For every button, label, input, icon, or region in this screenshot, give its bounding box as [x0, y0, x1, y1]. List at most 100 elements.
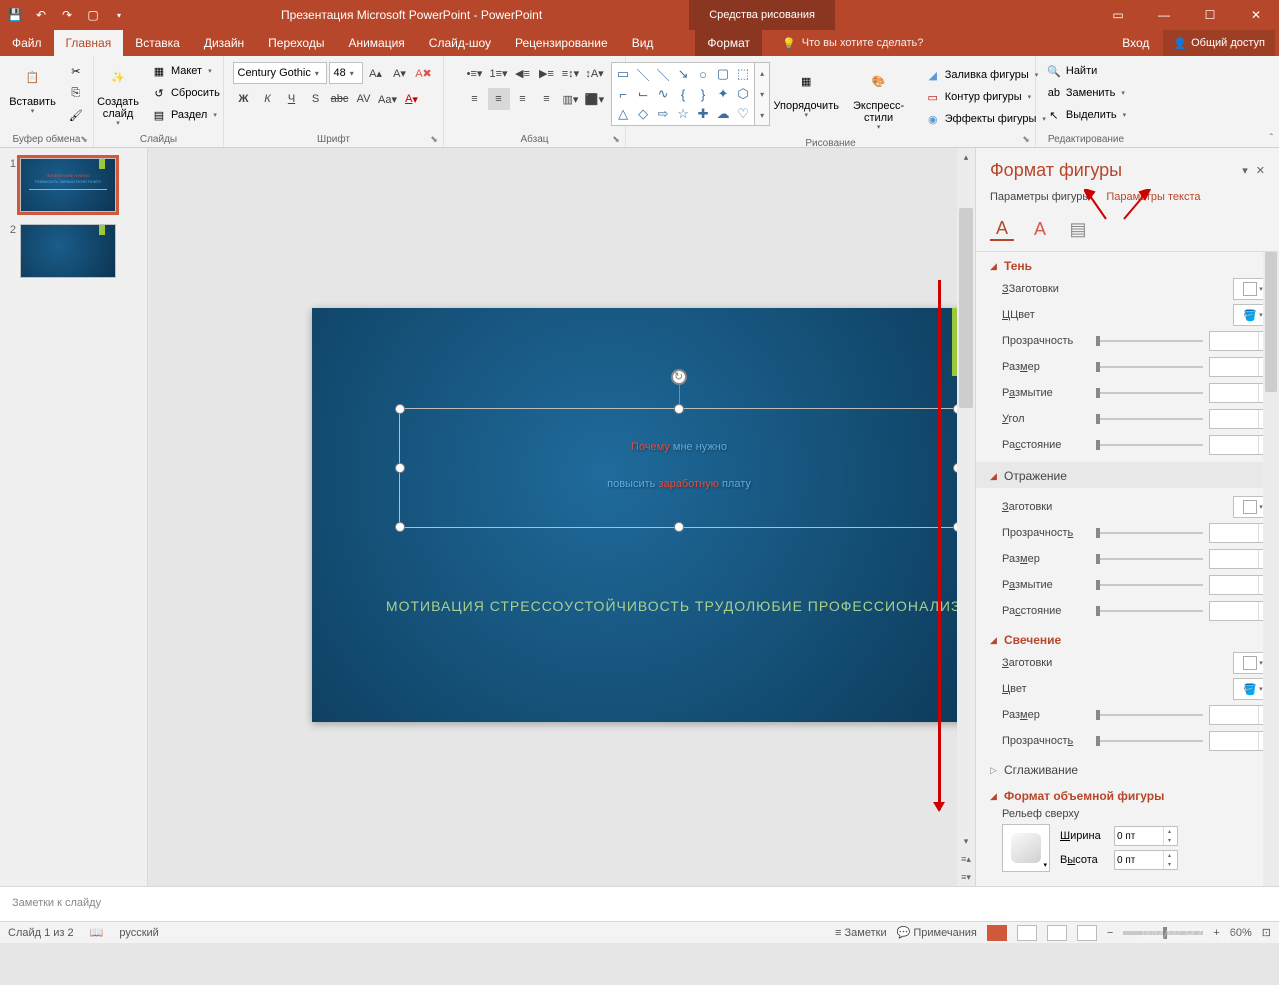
next-slide-icon[interactable]: ≡▾ — [957, 868, 975, 886]
scroll-up-icon[interactable]: ▴ — [957, 148, 975, 166]
shadow-size-slider[interactable] — [1096, 365, 1203, 369]
replace-button[interactable]: abЗаменить▾ — [1042, 82, 1130, 104]
text-effects-icon[interactable]: A — [1028, 217, 1052, 241]
font-color-button[interactable]: A▾ — [401, 88, 423, 110]
arrange-button[interactable]: ▦ Упорядочить ▾ — [776, 62, 836, 124]
refl-blur-slider[interactable] — [1096, 583, 1203, 587]
slide-thumbnail-1[interactable]: ПОЧЕМУ МНЕ НУЖНОПОВЫСИТЬ ЗАРАБОТНУЮ ПЛАТ… — [20, 158, 116, 212]
paste-button[interactable]: 📋 Вставить ▾ — [5, 58, 60, 120]
shapes-gallery[interactable]: ▭＼＼↘○▢⬚ ⌐⌙∿{}✦⬡ △◇⇨☆✚☁♡ — [611, 62, 755, 126]
shape-heart-icon[interactable]: ♡ — [734, 105, 752, 123]
title-textbox-selected[interactable]: Почему мне нужно повысить заработную пла… — [399, 408, 959, 528]
handle-top-mid[interactable] — [674, 404, 684, 414]
notes-toggle[interactable]: ≡ Заметки — [835, 927, 887, 939]
refl-size-slider[interactable] — [1096, 557, 1203, 561]
section-button[interactable]: ▤Раздел▾ — [147, 104, 224, 126]
ribbon-options-icon[interactable]: ▭ — [1095, 0, 1141, 30]
shadow-button[interactable]: S — [305, 88, 327, 110]
section-shadow-header[interactable]: ◢Тень — [990, 256, 1273, 276]
layout-button[interactable]: ▦Макет▾ — [147, 60, 224, 82]
line-spacing-button[interactable]: ≡↕▾ — [560, 62, 582, 84]
font-dialog-launcher[interactable]: ⬊ — [429, 134, 439, 144]
strikethrough-button[interactable]: abc — [329, 88, 351, 110]
glow-transparency-slider[interactable] — [1096, 739, 1203, 743]
handle-bot-mid[interactable] — [674, 522, 684, 532]
shape-effects-button[interactable]: ◉Эффекты фигуры▾ — [921, 108, 1050, 130]
shape-textbox-icon[interactable]: ⬚ — [734, 65, 752, 83]
slide-canvas[interactable]: Почему мне нужно повысить заработную пла… — [148, 148, 975, 886]
shape-hexagon-icon[interactable]: ⬡ — [734, 85, 752, 103]
shape-callout-icon[interactable]: ☆ — [674, 105, 692, 123]
shape-plus-icon[interactable]: ✚ — [694, 105, 712, 123]
sign-in-link[interactable]: Вход — [1112, 30, 1159, 56]
italic-button[interactable]: К — [257, 88, 279, 110]
tab-view[interactable]: Вид — [620, 30, 666, 56]
section-softedges-header[interactable]: ▷Сглаживание — [990, 760, 1273, 780]
tab-transitions[interactable]: Переходы — [256, 30, 336, 56]
align-center-button[interactable]: ≡ — [488, 88, 510, 110]
shape-cloud-icon[interactable]: ☁ — [714, 105, 732, 123]
share-button[interactable]: 👤 Общий доступ — [1163, 30, 1275, 56]
shadow-blur-slider[interactable] — [1096, 391, 1203, 395]
pane-tab-shape-options[interactable]: Параметры фигуры — [990, 189, 1090, 205]
drawing-dialog-launcher[interactable]: ⬊ — [1021, 134, 1031, 144]
tab-insert[interactable]: Вставка — [123, 30, 192, 56]
tab-format[interactable]: Формат — [695, 30, 762, 56]
refl-transparency-slider[interactable] — [1096, 531, 1203, 535]
language-indicator[interactable]: русский — [119, 927, 158, 939]
shadow-transparency-slider[interactable] — [1096, 339, 1203, 343]
section-reflection-header[interactable]: ◢Отражение — [990, 466, 1273, 486]
tab-slideshow[interactable]: Слайд-шоу — [417, 30, 503, 56]
prev-slide-icon[interactable]: ≡▴ — [957, 850, 975, 868]
shape-tri-icon[interactable]: △ — [614, 105, 632, 123]
slide-indicator[interactable]: Слайд 1 из 2 — [8, 927, 74, 939]
shape-arrow-icon[interactable]: ↘ — [674, 65, 692, 83]
handle-mid-left[interactable] — [395, 463, 405, 473]
bevel-preview-dropdown[interactable]: ▾ — [1002, 824, 1050, 872]
shapes-more-icon[interactable]: ▾ — [755, 105, 769, 125]
handle-top-left[interactable] — [395, 404, 405, 414]
collapse-ribbon-icon[interactable]: ˆ — [1270, 133, 1273, 144]
quick-styles-button[interactable]: 🎨 Экспресс-стили ▾ — [842, 62, 914, 136]
char-spacing-button[interactable]: AV — [353, 88, 375, 110]
comments-toggle[interactable]: 💬 Примечания — [897, 926, 977, 939]
shape-star-icon[interactable]: ✦ — [714, 85, 732, 103]
close-icon[interactable]: ✕ — [1233, 0, 1279, 30]
canvas-vertical-scrollbar[interactable]: ▴ ▾ ≡▴ ≡▾ — [957, 148, 975, 886]
shape-rrect-icon[interactable]: ▢ — [714, 65, 732, 83]
shadow-distance-slider[interactable] — [1096, 443, 1203, 447]
format-painter-button[interactable]: 🖌 — [64, 104, 88, 126]
copy-button[interactable]: ⎘ — [64, 82, 88, 104]
shape-arrow2-icon[interactable]: ⇨ — [654, 105, 672, 123]
shape-rect-icon[interactable]: ▭ — [614, 65, 632, 83]
scroll-down-icon[interactable]: ▾ — [957, 832, 975, 850]
select-button[interactable]: ↖Выделить▾ — [1042, 104, 1130, 126]
bevel-width-spin[interactable]: 0 пт▴▾ — [1114, 826, 1178, 846]
bold-button[interactable]: Ж — [233, 88, 255, 110]
align-left-button[interactable]: ≡ — [464, 88, 486, 110]
new-slide-button[interactable]: ✨ Создать слайд ▾ — [93, 58, 143, 132]
increase-font-icon[interactable]: A▴ — [365, 62, 387, 84]
tab-design[interactable]: Дизайн — [192, 30, 256, 56]
section-3dformat-header[interactable]: ◢Формат объемной фигуры — [990, 786, 1273, 806]
tab-animations[interactable]: Анимация — [336, 30, 416, 56]
clipboard-dialog-launcher[interactable]: ⬊ — [79, 134, 89, 144]
tell-me-search[interactable]: 💡 Что вы хотите сделать? — [782, 37, 923, 50]
handle-bot-left[interactable] — [395, 522, 405, 532]
font-name-combo[interactable]: Century Gothic▾ — [233, 62, 327, 84]
pane-vertical-scrollbar[interactable] — [1263, 252, 1279, 886]
qat-dropdown-icon[interactable]: ▾ — [110, 6, 128, 24]
shape-brace1-icon[interactable]: { — [674, 85, 692, 103]
textbox-icon[interactable]: ▤ — [1066, 217, 1090, 241]
shape-curve-icon[interactable]: ∿ — [654, 85, 672, 103]
justify-button[interactable]: ≡ — [536, 88, 558, 110]
text-fill-outline-icon[interactable]: A — [990, 217, 1014, 241]
shape-brace2-icon[interactable]: } — [694, 85, 712, 103]
bullets-button[interactable]: •≡▾ — [464, 62, 486, 84]
tab-review[interactable]: Рецензирование — [503, 30, 620, 56]
decrease-indent-button[interactable]: ◀≡ — [512, 62, 534, 84]
tab-file[interactable]: Файл — [0, 30, 54, 56]
bevel-height-spin[interactable]: 0 пт▴▾ — [1114, 850, 1178, 870]
increase-indent-button[interactable]: ▶≡ — [536, 62, 558, 84]
underline-button[interactable]: Ч — [281, 88, 303, 110]
